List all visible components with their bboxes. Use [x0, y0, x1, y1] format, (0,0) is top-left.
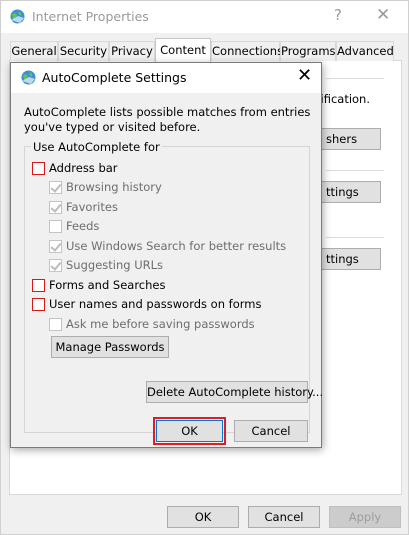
user-names-passwords-label: User names and passwords on forms: [49, 297, 262, 311]
help-icon[interactable]: ?: [334, 6, 342, 24]
outer-close-icon[interactable]: ✕: [376, 5, 390, 25]
ask-before-saving-label: Ask me before saving passwords: [66, 317, 255, 331]
group-label: Use AutoComplete for: [31, 140, 162, 154]
feeds-checkbox: [49, 220, 62, 233]
dialog-ok-button[interactable]: OK: [153, 417, 226, 445]
background-publishers-button[interactable]: shers: [321, 128, 381, 150]
forms-searches-label: Forms and Searches: [49, 278, 166, 292]
tab-content[interactable]: Content: [155, 38, 211, 62]
outer-ok-button[interactable]: OK: [167, 506, 239, 528]
browsing-history-checkbox: [49, 181, 62, 194]
dialog-close-icon[interactable]: ✕: [297, 65, 312, 86]
manage-passwords-button[interactable]: Manage Passwords: [51, 336, 169, 358]
windows-search-label: Use Windows Search for better results: [66, 239, 287, 253]
background-divider: [326, 237, 384, 238]
browsing-history-label: Browsing history: [66, 180, 162, 194]
tab-connections[interactable]: Connections: [211, 41, 283, 61]
background-text-notification: tification.: [316, 92, 371, 106]
dialog-title: AutoComplete Settings: [42, 70, 187, 85]
outer-titlebar: Internet Properties ? ✕: [1, 1, 408, 33]
background-settings-button-1[interactable]: ttings: [321, 181, 381, 203]
dialog-cancel-button[interactable]: Cancel: [234, 420, 308, 442]
delete-autocomplete-history-button[interactable]: Delete AutoComplete history...: [146, 381, 323, 403]
favorites-checkbox: [49, 201, 62, 214]
tab-security[interactable]: Security: [58, 41, 109, 61]
favorites-label: Favorites: [66, 200, 118, 214]
tab-privacy[interactable]: Privacy: [109, 41, 155, 61]
address-bar-label: Address bar: [49, 161, 118, 175]
dialog-description: AutoComplete lists possible matches from…: [24, 105, 311, 134]
windows-search-checkbox: [49, 240, 62, 253]
user-names-passwords-checkbox[interactable]: [32, 298, 45, 311]
background-divider: [326, 78, 384, 79]
outer-apply-button: Apply: [329, 506, 401, 528]
ask-before-saving-checkbox: [49, 318, 62, 331]
background-settings-button-2[interactable]: ttings: [321, 248, 381, 270]
address-bar-checkbox[interactable]: [32, 162, 45, 175]
suggesting-urls-label: Suggesting URLs: [66, 258, 164, 272]
internet-globe-icon: [21, 70, 36, 85]
dialog-titlebar: AutoComplete Settings ✕: [11, 63, 321, 93]
outer-window-title: Internet Properties: [32, 9, 149, 24]
outer-cancel-button[interactable]: Cancel: [248, 506, 320, 528]
tab-programs[interactable]: Programs: [280, 41, 336, 61]
feeds-label: Feeds: [66, 219, 100, 233]
tab-general[interactable]: General: [10, 41, 58, 61]
internet-globe-icon: [10, 9, 25, 24]
autocomplete-settings-dialog: AutoComplete Settings ✕ AutoComplete lis…: [10, 62, 323, 448]
forms-searches-checkbox[interactable]: [32, 279, 45, 292]
background-divider: [326, 170, 384, 171]
suggesting-urls-checkbox: [49, 259, 62, 272]
tab-advanced[interactable]: Advanced: [336, 41, 394, 61]
